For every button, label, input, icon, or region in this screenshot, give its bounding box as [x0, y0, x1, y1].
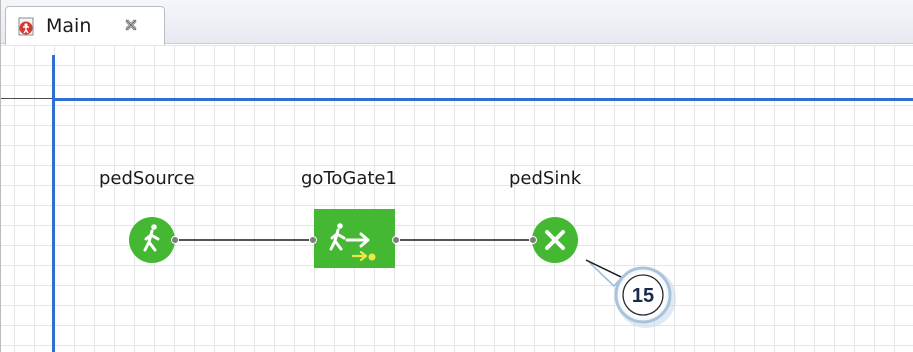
callout-number: 15 [632, 285, 654, 307]
output-port[interactable] [392, 236, 400, 244]
goto-gate-block[interactable] [309, 209, 400, 268]
ped-source-block[interactable] [129, 217, 179, 263]
process-flowchart: 15 [129, 209, 676, 328]
callout-pointer [585, 259, 624, 288]
ped-sink-block[interactable] [529, 217, 579, 263]
output-port[interactable] [171, 236, 179, 244]
callout-number-badge: 15 [614, 266, 676, 328]
model-editor-window: Main pedSource goToGate1 pedSink 15 [0, 0, 913, 352]
input-port[interactable] [529, 236, 537, 244]
input-port[interactable] [309, 236, 317, 244]
